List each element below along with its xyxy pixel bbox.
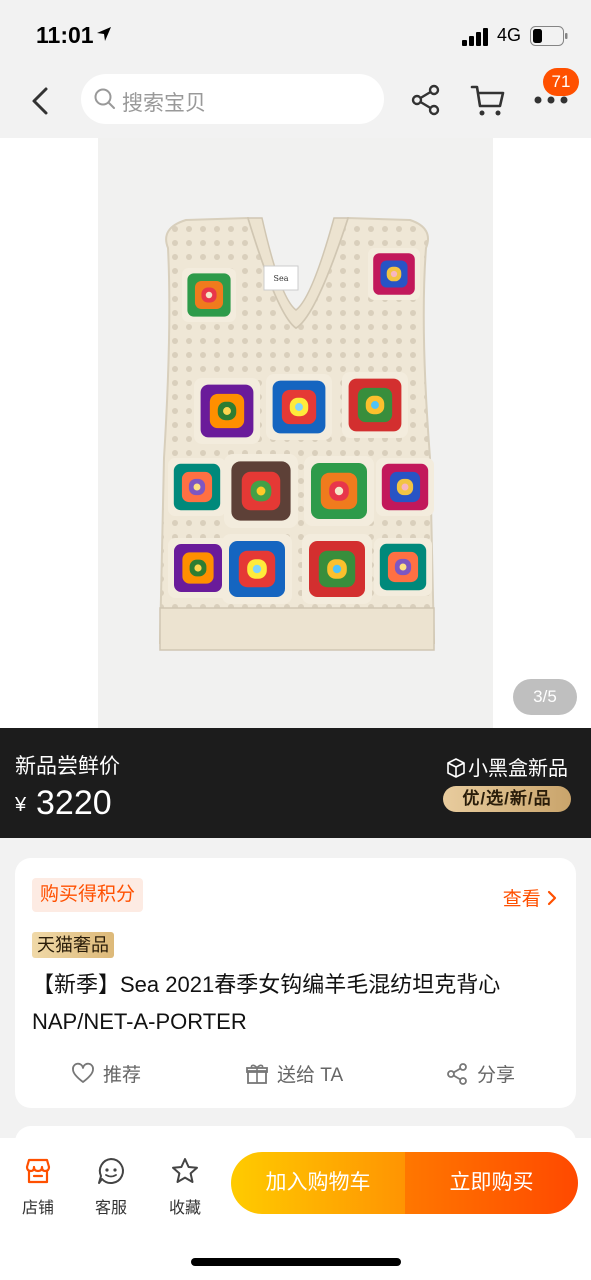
star-icon — [172, 1158, 198, 1183]
granny-square — [168, 458, 226, 516]
store-tag: 天猫奢品 — [32, 932, 114, 958]
service-label: 客服 — [94, 1200, 127, 1217]
granny-square — [374, 538, 432, 596]
favorite-button[interactable]: 收藏 — [155, 1156, 215, 1218]
search-input[interactable]: 搜索宝贝 — [81, 74, 384, 124]
add-to-cart-button[interactable]: 加入购物车 — [231, 1152, 405, 1214]
bottom-action-bar: 店铺 客服 收藏 加入购物车 立即购买 — [0, 1138, 591, 1280]
product-gallery[interactable]: Sea 3/5 — [0, 138, 591, 728]
share-small-icon — [447, 1063, 467, 1085]
granny-square — [222, 534, 292, 604]
heart-icon — [72, 1062, 94, 1083]
status-bar: 11:01 4G — [0, 0, 591, 72]
view-link[interactable]: 查看 — [503, 884, 558, 911]
points-tag[interactable]: 购买得积分 — [32, 878, 144, 912]
back-icon[interactable] — [26, 86, 54, 116]
granny-square — [168, 538, 228, 598]
battery-icon — [530, 26, 568, 46]
price-banner: 新品尝鲜价 ¥ 3220 小黑盒新品 优/选/新/品 — [0, 728, 591, 838]
price-currency: ¥ — [15, 794, 27, 816]
brand-logo: 小黑盒新品 — [446, 752, 568, 781]
signal-icon — [462, 28, 488, 46]
product-info-card: 购买得积分 查看 天猫奢品 【新季】Sea 2021春季女钩编羊毛混纺坦克背心N… — [15, 858, 576, 1108]
location-arrow-icon — [97, 27, 111, 41]
network-type: 4G — [497, 25, 522, 45]
garment-label: Sea — [274, 274, 289, 283]
granny-square — [224, 454, 298, 528]
image-counter: 3/5 — [513, 679, 577, 715]
gift-button[interactable]: 送给 TA — [245, 1060, 343, 1087]
share-button[interactable]: 分享 — [445, 1060, 515, 1087]
granny-square — [304, 456, 374, 526]
granny-square — [342, 372, 408, 438]
cart-icon[interactable] — [470, 84, 506, 118]
service-button[interactable]: 客服 — [81, 1156, 141, 1218]
recommend-label: 推荐 — [103, 1065, 142, 1086]
store-label: 店铺 — [21, 1200, 54, 1217]
share-label: 分享 — [477, 1065, 516, 1086]
search-icon — [94, 88, 115, 109]
recommend-button[interactable]: 推荐 — [71, 1060, 141, 1087]
price-label: 新品尝鲜价 — [15, 755, 120, 778]
brand-logo-text: 小黑盒新品 — [468, 758, 568, 780]
share-icon[interactable] — [410, 84, 442, 116]
box-icon — [447, 758, 465, 778]
gift-label: 送给 TA — [277, 1065, 344, 1086]
granny-square — [266, 374, 332, 440]
status-time: 11:01 — [36, 22, 94, 48]
granny-square — [182, 268, 236, 322]
chat-icon — [98, 1158, 124, 1184]
store-icon — [25, 1158, 51, 1184]
price-value: 3220 — [36, 784, 112, 822]
search-placeholder: 搜索宝贝 — [122, 92, 206, 115]
granny-square — [368, 248, 420, 300]
granny-square — [194, 378, 260, 444]
crochet-vest-image: Sea — [158, 216, 436, 651]
favorite-label: 收藏 — [168, 1200, 201, 1217]
brand-tag: 优/选/新/品 — [443, 786, 571, 812]
granny-square — [302, 534, 372, 604]
store-button[interactable]: 店铺 — [8, 1156, 68, 1218]
cart-count-badge: 71 — [543, 68, 579, 96]
view-label: 查看 — [502, 889, 541, 910]
nav-bar: 搜索宝贝 71 — [0, 68, 591, 138]
granny-square — [376, 458, 434, 516]
gift-icon — [246, 1064, 268, 1084]
chevron-right-icon — [547, 890, 557, 906]
product-title: 【新季】Sea 2021春季女钩编羊毛混纺坦克背心NAP/NET-A-PORTE… — [32, 972, 501, 1034]
product-photo[interactable]: Sea — [98, 138, 493, 728]
buy-now-button[interactable]: 立即购买 — [405, 1152, 578, 1214]
home-indicator — [191, 1258, 401, 1266]
